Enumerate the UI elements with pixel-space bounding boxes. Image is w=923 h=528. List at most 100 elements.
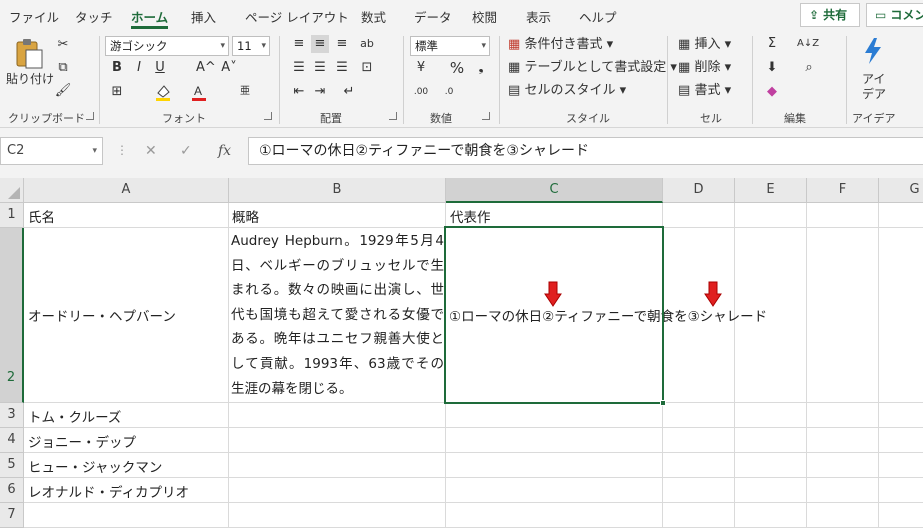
fill-icon[interactable]: ⬇: [763, 59, 781, 77]
find-select-icon[interactable]: ⌕: [800, 59, 818, 77]
more-options-icon[interactable]: ⋮: [116, 143, 128, 157]
separator: [279, 36, 280, 124]
group-label-number: 数値: [430, 112, 452, 125]
row-header-7[interactable]: 7: [0, 503, 24, 528]
format-painter-icon[interactable]: 🖌: [54, 82, 72, 100]
column-header-e[interactable]: E: [735, 178, 807, 203]
grow-font-button[interactable]: A^: [196, 59, 216, 77]
format-cells-button[interactable]: ▤ 書式 ▾: [678, 82, 731, 100]
row-header-5[interactable]: 5: [0, 453, 24, 478]
tab-formulas[interactable]: 数式: [361, 7, 386, 26]
align-middle-icon[interactable]: ≡: [311, 35, 329, 53]
number-launcher-icon[interactable]: [482, 112, 490, 120]
wrap-text-icon[interactable]: ↵: [340, 83, 358, 101]
shrink-font-button[interactable]: A˅: [220, 59, 238, 77]
cell-styles-button[interactable]: ▤ セルのスタイル ▾: [508, 82, 626, 100]
cell-b2[interactable]: Audrey Hepburn。1929年5月4日、ベルギーのブリュッセルで生まれ…: [231, 229, 444, 401]
paste-button[interactable]: 貼り付け: [6, 70, 54, 88]
tab-insert[interactable]: 挿入: [191, 7, 216, 26]
align-top-icon[interactable]: ≡: [290, 35, 308, 53]
fill-handle[interactable]: [660, 400, 666, 406]
clear-icon[interactable]: ◆: [763, 83, 781, 101]
number-format-combo[interactable]: 標準 ▾: [410, 36, 490, 56]
sort-filter-icon[interactable]: A↓Z: [797, 35, 819, 53]
font-launcher-icon[interactable]: [264, 112, 272, 120]
cancel-icon[interactable]: ✕: [145, 143, 157, 159]
accounting-format-icon[interactable]: ¥: [412, 59, 430, 77]
tab-home[interactable]: ホーム: [131, 7, 169, 29]
row-header-4[interactable]: 4: [0, 428, 24, 453]
tab-help[interactable]: ヘルプ: [579, 7, 617, 26]
align-left-icon[interactable]: ☰: [290, 59, 308, 77]
cell-a6[interactable]: レオナルド・ディカプリオ: [28, 481, 189, 501]
gridline: [228, 203, 229, 528]
align-right-icon[interactable]: ☰: [333, 59, 351, 77]
column-header-c[interactable]: C: [446, 178, 663, 203]
comma-style-icon[interactable]: ❟: [472, 59, 490, 77]
borders-icon[interactable]: ⊞: [108, 83, 126, 101]
align-bottom-icon[interactable]: ≡: [333, 35, 351, 53]
phonetic-button[interactable]: 亜: [236, 83, 254, 101]
cell-a2[interactable]: オードリー・ヘプバーン: [28, 305, 176, 325]
tab-page-layout[interactable]: ページ レイアウト: [245, 7, 349, 26]
increase-indent-icon[interactable]: ⇥: [311, 83, 329, 101]
row-header-2[interactable]: 2: [0, 228, 24, 403]
decrease-indent-icon[interactable]: ⇤: [290, 83, 308, 101]
percent-button[interactable]: %: [448, 59, 466, 77]
fill-color-icon[interactable]: [154, 83, 172, 101]
decrease-decimal-icon[interactable]: .0: [440, 83, 458, 101]
cell-a1[interactable]: 氏名: [28, 206, 55, 226]
underline-button[interactable]: U: [151, 59, 169, 77]
column-header-d[interactable]: D: [663, 178, 735, 203]
cell-c1[interactable]: 代表作: [450, 206, 491, 226]
cell-a4[interactable]: ジョニー・デップ: [28, 431, 136, 451]
insert-cells-icon: ▦: [678, 37, 691, 52]
row-header-1[interactable]: 1: [0, 203, 24, 228]
select-all-button[interactable]: [0, 178, 24, 203]
column-header-g[interactable]: G: [879, 178, 923, 203]
tab-file[interactable]: ファイル: [9, 7, 59, 26]
merge-center-icon[interactable]: ⊡: [358, 59, 376, 77]
column-header-f[interactable]: F: [807, 178, 879, 203]
insert-function-icon[interactable]: fx: [218, 143, 231, 159]
autosum-icon[interactable]: Σ: [763, 35, 781, 53]
cell-a3[interactable]: トム・クルーズ: [28, 406, 121, 426]
font-color-icon[interactable]: A: [190, 83, 208, 101]
chevron-down-icon: ▾: [481, 41, 486, 51]
group-label-cells: セル: [700, 112, 722, 125]
comments-button[interactable]: ▭コメント: [866, 3, 923, 27]
orientation-icon[interactable]: ab: [358, 35, 376, 53]
group-label-font: フォント: [162, 112, 206, 125]
alignment-launcher-icon[interactable]: [389, 112, 397, 120]
cell-a5[interactable]: ヒュー・ジャックマン: [28, 456, 162, 476]
align-center-icon[interactable]: ☰: [311, 59, 329, 77]
ideas-label-line2[interactable]: デア: [862, 85, 886, 103]
cell-b1[interactable]: 概略: [232, 206, 259, 226]
increase-decimal-icon[interactable]: .00: [412, 83, 430, 101]
italic-button[interactable]: I: [130, 59, 148, 77]
column-header-b[interactable]: B: [229, 178, 446, 203]
name-box[interactable]: C2 ▾: [0, 137, 103, 165]
conditional-formatting-button[interactable]: ▦ 条件付き書式 ▾: [508, 36, 613, 54]
insert-cells-button[interactable]: ▦ 挿入 ▾: [678, 36, 731, 54]
tab-view[interactable]: 表示: [526, 7, 551, 26]
copy-icon[interactable]: ⧉: [54, 59, 72, 77]
formula-input[interactable]: ①ローマの休日②ティファニーで朝食を③シャレード: [248, 137, 923, 165]
ideas-icon[interactable]: [860, 36, 886, 66]
annotation-arrow-icon: [544, 281, 562, 307]
font-size-combo[interactable]: 11 ▾: [232, 36, 270, 56]
font-name-combo[interactable]: 游ゴシック ▾: [105, 36, 229, 56]
enter-icon[interactable]: ✓: [180, 143, 192, 159]
clipboard-launcher-icon[interactable]: [86, 112, 94, 120]
column-header-a[interactable]: A: [24, 178, 229, 203]
cut-icon[interactable]: ✂: [54, 36, 72, 54]
tab-touch[interactable]: タッチ: [75, 7, 113, 26]
tab-review[interactable]: 校閲: [472, 7, 497, 26]
format-as-table-button[interactable]: ▦ テーブルとして書式設定 ▾: [508, 59, 677, 77]
share-button[interactable]: ⇪ 共有: [800, 3, 860, 27]
delete-cells-button[interactable]: ▦ 削除 ▾: [678, 59, 731, 77]
row-header-3[interactable]: 3: [0, 403, 24, 428]
tab-data[interactable]: データ: [414, 7, 452, 26]
bold-button[interactable]: B: [108, 59, 126, 77]
row-header-6[interactable]: 6: [0, 478, 24, 503]
